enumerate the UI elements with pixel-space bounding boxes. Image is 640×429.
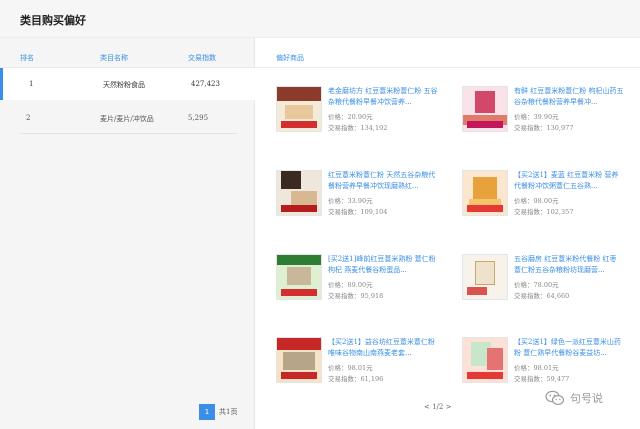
header-rank: 排名	[20, 54, 34, 62]
product-card[interactable]: 【买2送1】绿色一派红豆薏米山药粉 薏仁熟早代餐粉谷麦益坊... 价格：98.0…	[462, 337, 637, 387]
product-image[interactable]	[462, 254, 508, 300]
product-card[interactable]: 【买2送1】麦蓝 红豆薏米粉 营养代餐粉冲饮粥薏仁五谷熟... 价格：98.00…	[462, 170, 637, 220]
wechat-icon	[545, 390, 565, 406]
page-number-button[interactable]: 1	[199, 404, 215, 420]
product-image[interactable]	[276, 337, 322, 383]
product-card[interactable]: 【买2送1】益谷坊红豆薏米薏仁粉 唯味谷物南山南燕麦老套... 价格：98.01…	[276, 337, 451, 387]
product-title-link[interactable]: [买2送1]峰前红豆薏米熟粉 薏仁粉 枸杞 燕麦代餐谷粉蛋品...	[328, 254, 438, 276]
product-card[interactable]: 有鲜 红豆薏米粉薏仁粉 枸杞山药五谷杂粮代餐粉营养早餐冲... 价格：39.90…	[462, 86, 637, 136]
row-category-name: 天然粉粉食品	[103, 81, 145, 89]
product-trade-index: 交易指数：59,477	[514, 375, 570, 383]
product-price: 价格：33.90元	[328, 197, 373, 205]
product-price: 价格：98.01元	[328, 364, 373, 372]
product-price: 价格：78.00元	[514, 281, 559, 289]
product-trade-index: 交易指数：109,104	[328, 208, 388, 216]
header-trade-index: 交易指数	[188, 54, 216, 62]
row-trade-index: 427,423	[191, 80, 220, 88]
row-category-name: 麦片/麦片/冲饮品	[100, 115, 154, 123]
header-category-name: 类目名称	[100, 54, 128, 62]
product-trade-index: 交易指数：130,977	[514, 124, 574, 132]
product-card[interactable]: 红豆薏米粉薏仁粉 天然五谷杂粮代餐粉营养早餐冲饮现磨熟红... 价格：33.90…	[276, 170, 451, 220]
product-trade-index: 交易指数：134,192	[328, 124, 388, 132]
product-price: 价格：89.00元	[328, 281, 373, 289]
product-title-link[interactable]: 红豆薏米粉薏仁粉 天然五谷杂粮代餐粉营养早餐冲饮现磨熟红...	[328, 170, 438, 192]
product-trade-index: 交易指数：102,357	[514, 208, 574, 216]
product-card[interactable]: 五谷磨房 红豆薏米粉代餐粉 红枣 薏仁粉五谷杂粮粉坊现磨营... 价格：78.0…	[462, 254, 637, 304]
product-title-link[interactable]: 老金磨坊方 红豆薏米粉薏仁粉 五谷杂粮代餐粉早餐冲饮营养...	[328, 86, 438, 108]
product-price: 价格：98.01元	[514, 364, 559, 372]
page-title: 类目购买偏好	[20, 14, 86, 27]
header-preferred-products: 偏好商品	[276, 54, 304, 62]
product-title-link[interactable]: 【买2送1】麦蓝 红豆薏米粉 营养代餐粉冲饮粥薏仁五谷熟...	[514, 170, 624, 192]
product-price: 价格：39.90元	[514, 113, 559, 121]
product-image[interactable]	[276, 170, 322, 216]
row-divider	[20, 133, 237, 134]
product-image[interactable]	[462, 86, 508, 132]
product-image[interactable]	[276, 86, 322, 132]
product-title-link[interactable]: 【买2送1】益谷坊红豆薏米薏仁粉 唯味谷物南山南燕麦老套...	[328, 337, 438, 359]
row-rank: 1	[29, 80, 34, 88]
category-pager: 1 共1页	[199, 404, 237, 420]
row-rank: 2	[26, 114, 31, 122]
product-trade-index: 交易指数：95,918	[328, 292, 384, 300]
product-image[interactable]	[462, 170, 508, 216]
product-title-link[interactable]: 五谷磨房 红豆薏米粉代餐粉 红枣 薏仁粉五谷杂粮粉坊现磨营...	[514, 254, 624, 276]
product-image[interactable]	[462, 337, 508, 383]
top-bar: 类目购买偏好	[0, 0, 640, 38]
watermark: 句号说	[545, 390, 603, 406]
product-title-link[interactable]: 有鲜 红豆薏米粉薏仁粉 枸杞山药五谷杂粮代餐粉营养早餐冲...	[514, 86, 624, 108]
product-trade-index: 交易指数：64,660	[514, 292, 570, 300]
table-row-1[interactable]: 1 天然粉粉食品 427,423	[0, 68, 255, 100]
row-trade-index: 5,295	[188, 114, 209, 122]
products-pager[interactable]: < 1/2 >	[424, 403, 451, 411]
watermark-text: 句号说	[570, 392, 603, 405]
product-title-link[interactable]: 【买2送1】绿色一派红豆薏米山药粉 薏仁熟早代餐粉谷麦益坊...	[514, 337, 624, 359]
product-trade-index: 交易指数：61,196	[328, 375, 384, 383]
product-image[interactable]	[276, 254, 322, 300]
product-card[interactable]: 老金磨坊方 红豆薏米粉薏仁粉 五谷杂粮代餐粉早餐冲饮营养... 价格：20.90…	[276, 86, 451, 136]
table-row-2[interactable]: 2 麦片/麦片/冲饮品 5,295	[0, 102, 255, 134]
product-price: 价格：98.00元	[514, 197, 559, 205]
product-card[interactable]: [买2送1]峰前红豆薏米熟粉 薏仁粉 枸杞 燕麦代餐谷粉蛋品... 价格：89.…	[276, 254, 451, 304]
page-total: 共1页	[219, 408, 238, 416]
product-price: 价格：20.90元	[328, 113, 373, 121]
